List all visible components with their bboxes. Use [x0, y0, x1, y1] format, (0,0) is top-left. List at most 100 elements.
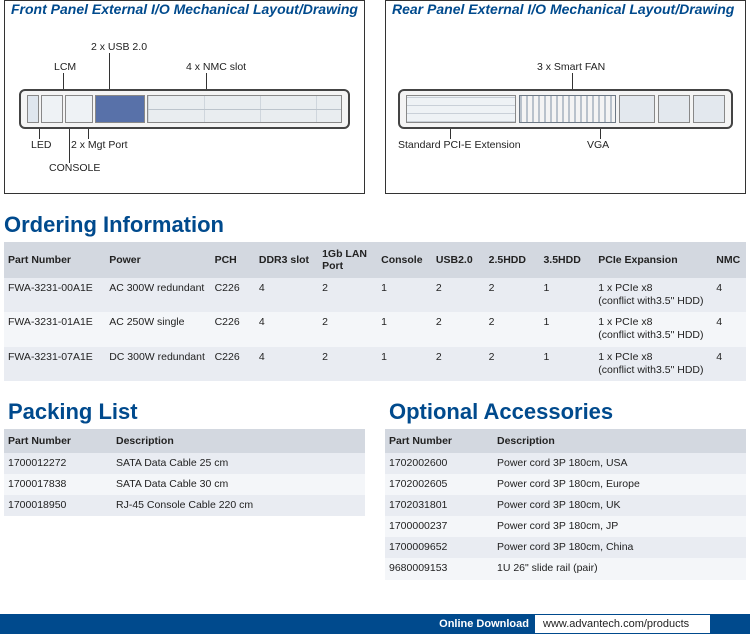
column-header: Power — [105, 242, 210, 278]
table-cell: 1700012272 — [4, 453, 112, 474]
table-row: 1700000237Power cord 3P 180cm, JP — [385, 516, 746, 537]
table-row: FWA-3231-07A1EDC 300W redundantC22642122… — [4, 347, 746, 381]
table-cell: 9680009153 — [385, 558, 493, 579]
heading-ordering: Ordering Information — [4, 212, 750, 238]
download-bar: Online Download www.advantech.com/produc… — [0, 614, 750, 634]
table-cell: 2 — [485, 312, 540, 346]
table-cell: 4 — [255, 312, 318, 346]
table-cell: 4 — [712, 312, 746, 346]
column-header: USB2.0 — [432, 242, 485, 278]
table-cell: RJ-45 Console Cable 220 cm — [112, 495, 365, 516]
rear-vga-area — [619, 95, 655, 123]
download-label: Online Download — [433, 615, 535, 633]
table-cell: SATA Data Cable 25 cm — [112, 453, 365, 474]
label-nmc: 4 x NMC slot — [186, 61, 246, 73]
heading-packing: Packing List — [8, 399, 365, 425]
rear-chassis-drawing — [398, 89, 733, 129]
column-header: Description — [112, 429, 365, 453]
label-mgt: 2 x Mgt Port — [71, 139, 128, 151]
table-cell: 2 — [485, 347, 540, 381]
label-vga: VGA — [587, 139, 609, 151]
table-row: 1700017838SATA Data Cable 30 cm — [4, 474, 365, 495]
table-row: 96800091531U 26" slide rail (pair) — [385, 558, 746, 579]
accessories-header-row: Part NumberDescription — [385, 429, 746, 453]
front-chassis-drawing — [19, 89, 350, 129]
table-cell: 4 — [255, 347, 318, 381]
table-cell: 4 — [712, 278, 746, 312]
front-usb-area — [65, 95, 93, 123]
label-usb: 2 x USB 2.0 — [91, 41, 147, 53]
table-cell: AC 250W single — [105, 312, 210, 346]
column-header: PCIe Expansion — [594, 242, 712, 278]
table-cell: 4 — [255, 278, 318, 312]
table-cell: 1702002605 — [385, 474, 493, 495]
table-cell: 2 — [432, 347, 485, 381]
front-panel-box: Front Panel External I/O Mechanical Layo… — [4, 0, 365, 194]
table-cell: 1 — [539, 347, 594, 381]
table-row: FWA-3231-01A1EAC 250W singleC2264212211 … — [4, 312, 746, 346]
packing-header-row: Part NumberDescription — [4, 429, 365, 453]
ordering-header-row: Part NumberPowerPCHDDR3 slot1Gb LAN Port… — [4, 242, 746, 278]
table-cell: 2 — [432, 312, 485, 346]
table-cell: 1 — [539, 312, 594, 346]
column-header: Part Number — [4, 429, 112, 453]
table-cell: 2 — [318, 347, 377, 381]
table-cell: FWA-3231-01A1E — [4, 312, 105, 346]
table-cell: 1 — [377, 278, 432, 312]
table-cell: 1702031801 — [385, 495, 493, 516]
table-cell: 1 x PCIe x8(conflict with3.5" HDD) — [594, 278, 712, 312]
table-cell: Power cord 3P 180cm, Europe — [493, 474, 746, 495]
accessories-table: Part NumberDescription 1702002600Power c… — [385, 429, 746, 580]
table-cell: C226 — [211, 347, 255, 381]
table-cell: FWA-3231-07A1E — [4, 347, 105, 381]
table-cell: FWA-3231-00A1E — [4, 278, 105, 312]
column-header: 1Gb LAN Port — [318, 242, 377, 278]
column-header: Part Number — [385, 429, 493, 453]
table-cell: Power cord 3P 180cm, JP — [493, 516, 746, 537]
rear-psu-1 — [658, 95, 690, 123]
rear-panel-diagram: 3 x Smart FAN Standard PCI-E Extension V… — [392, 17, 739, 187]
table-cell: 1700017838 — [4, 474, 112, 495]
table-row: 1700009652Power cord 3P 180cm, China — [385, 537, 746, 558]
rear-fan-area — [519, 95, 616, 123]
column-header: 2.5HDD — [485, 242, 540, 278]
table-cell: Power cord 3P 180cm, UK — [493, 495, 746, 516]
packing-table: Part NumberDescription 1700012272SATA Da… — [4, 429, 365, 516]
front-panel-diagram: 2 x USB 2.0 LCM 4 x NMC slot LED 2 x Mgt… — [11, 17, 358, 187]
table-cell: C226 — [211, 278, 255, 312]
table-cell: 1702002600 — [385, 453, 493, 474]
table-cell: 1 — [377, 347, 432, 381]
column-header: DDR3 slot — [255, 242, 318, 278]
table-cell: 1 — [377, 312, 432, 346]
table-row: 1700012272SATA Data Cable 25 cm — [4, 453, 365, 474]
rear-panel-box: Rear Panel External I/O Mechanical Layou… — [385, 0, 746, 194]
column-header: 3.5HDD — [539, 242, 594, 278]
label-console: CONSOLE — [49, 162, 100, 174]
table-cell: 1 x PCIe x8(conflict with3.5" HDD) — [594, 312, 712, 346]
table-row: 1702002605Power cord 3P 180cm, Europe — [385, 474, 746, 495]
table-row: 1700018950RJ-45 Console Cable 220 cm — [4, 495, 365, 516]
label-fan: 3 x Smart FAN — [537, 61, 605, 73]
table-cell: DC 300W redundant — [105, 347, 210, 381]
table-cell: 1700018950 — [4, 495, 112, 516]
heading-accessories: Optional Accessories — [389, 399, 746, 425]
table-cell: 4 — [712, 347, 746, 381]
label-pci: Standard PCI-E Extension — [398, 139, 521, 151]
column-header: PCH — [211, 242, 255, 278]
table-cell: 1 — [539, 278, 594, 312]
table-cell: 2 — [318, 312, 377, 346]
table-cell: 2 — [485, 278, 540, 312]
front-panel-title: Front Panel External I/O Mechanical Layo… — [11, 1, 358, 17]
rear-pci-slot — [406, 95, 516, 123]
column-header: NMC — [712, 242, 746, 278]
table-cell: 1700009652 — [385, 537, 493, 558]
table-cell: 1 x PCIe x8(conflict with3.5" HDD) — [594, 347, 712, 381]
table-cell: Power cord 3P 180cm, USA — [493, 453, 746, 474]
table-cell: AC 300W redundant — [105, 278, 210, 312]
download-url: www.advantech.com/products — [535, 615, 710, 633]
rear-panel-title: Rear Panel External I/O Mechanical Layou… — [392, 1, 739, 17]
label-lcm: LCM — [54, 61, 76, 73]
table-row: FWA-3231-00A1EAC 300W redundantC22642122… — [4, 278, 746, 312]
table-cell: 1U 26" slide rail (pair) — [493, 558, 746, 579]
rear-psu-2 — [693, 95, 725, 123]
